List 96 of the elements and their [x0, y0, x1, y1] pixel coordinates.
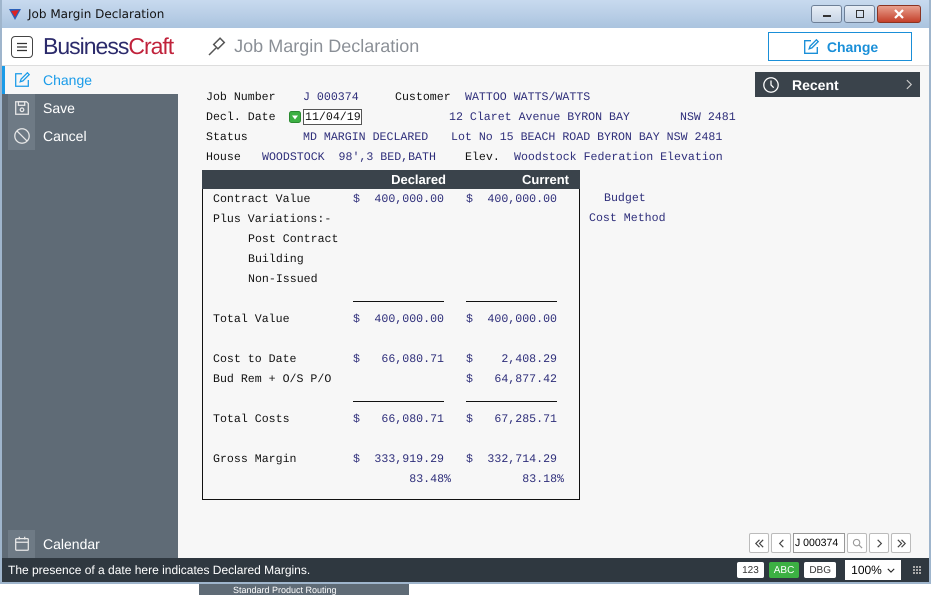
currency-sign: $ — [466, 312, 473, 326]
double-chevron-left-icon — [754, 538, 764, 548]
currency-sign: $ — [353, 352, 360, 366]
sidebar-item[interactable]: Change — [2, 66, 178, 94]
background-window-tab[interactable]: Standard Product Routing — [199, 584, 409, 595]
field-label: Decl. Date — [206, 110, 277, 124]
field-label: Job Number — [206, 90, 277, 104]
currency-sign: $ — [466, 352, 473, 366]
brand-logo: BusinessCraft — [43, 33, 174, 60]
menu-button[interactable] — [11, 36, 33, 58]
row-label: Non-Issued — [247, 272, 319, 286]
recent-panel-header[interactable]: Recent — [755, 72, 920, 97]
row-label: Total Costs — [213, 412, 291, 426]
window-title: Job Margin Declaration — [28, 7, 164, 21]
row-label: Plus Variations:- — [213, 212, 332, 226]
field-label: Customer — [395, 90, 452, 104]
mode-toggle[interactable]: 123 — [737, 562, 764, 578]
house-value: WOODSTOCK 98',3 BED,BATH — [262, 150, 437, 164]
job-number-value: J 000374 — [303, 90, 360, 104]
amount-value: 333,919.29 — [374, 452, 444, 466]
last-record-button[interactable] — [891, 533, 911, 553]
side-label: Cost Method — [589, 211, 666, 227]
amount-value: 66,080.71 — [381, 352, 444, 366]
pencil-icon — [802, 38, 820, 56]
row-label: Total Value — [213, 312, 291, 326]
address-line: 12 Claret Avenue BYRON BAY — [449, 110, 631, 124]
calendar-icon — [12, 535, 30, 553]
record-field[interactable]: J 000374 — [793, 533, 845, 553]
column-header: Current — [521, 172, 569, 187]
search-icon — [852, 538, 862, 548]
maximize-button[interactable] — [844, 5, 875, 23]
row-label: Building — [247, 252, 305, 266]
customer-value: WATTOO WATTS/WATTS — [465, 90, 590, 104]
amount-value: 66,080.71 — [381, 412, 444, 426]
app-logo-icon — [8, 7, 22, 21]
amount-value: 400,000.00 — [374, 192, 444, 206]
percent-value: 83.48% — [408, 472, 451, 486]
dropdown-icon[interactable] — [289, 111, 301, 123]
close-icon — [893, 9, 905, 19]
currency-sign: $ — [353, 192, 360, 206]
double-chevron-right-icon — [896, 538, 906, 548]
status-value: MD MARGIN DECLARED — [303, 130, 430, 144]
search-button[interactable] — [847, 533, 867, 553]
field-label: House — [206, 150, 242, 164]
sidebar-item[interactable]: Save — [2, 94, 178, 122]
minimize-button[interactable] — [811, 5, 842, 23]
previous-record-button[interactable] — [771, 533, 791, 553]
gavel-icon — [207, 36, 228, 56]
row-label: Contract Value — [213, 192, 312, 206]
currency-sign: $ — [353, 312, 360, 326]
page-title: Job Margin Declaration — [234, 36, 420, 57]
date-field[interactable]: 11/04/19 — [303, 109, 362, 125]
chevron-right-icon — [906, 79, 913, 90]
recent-label: Recent — [792, 76, 839, 92]
change-button[interactable]: Change — [768, 32, 912, 61]
side-label: Budget — [603, 191, 647, 207]
row-label: Bud Rem + O/S P/O — [213, 372, 332, 386]
clock-icon — [762, 76, 780, 94]
currency-sign: $ — [466, 372, 473, 386]
first-record-button[interactable] — [749, 533, 769, 553]
pencil-icon — [12, 71, 30, 89]
amount-value: 2,408.29 — [501, 352, 557, 366]
resize-grip-icon — [913, 566, 921, 574]
maximize-icon — [854, 9, 866, 19]
mode-toggle[interactable]: DBG — [804, 562, 836, 578]
field-label: Status — [206, 130, 249, 144]
currency-sign: $ — [466, 412, 473, 426]
currency-sign: $ — [466, 192, 473, 206]
amount-value: 400,000.00 — [487, 192, 557, 206]
row-label: Post Contract — [247, 232, 340, 246]
currency-sign: $ — [466, 452, 473, 466]
menu-icon — [16, 42, 28, 52]
field-label: Elev. — [465, 150, 501, 164]
column-header: Declared — [390, 172, 446, 187]
amount-value: 67,285.71 — [494, 412, 557, 426]
row-label: Gross Margin — [213, 452, 298, 466]
caret-icon — [886, 568, 895, 572]
sidebar-item[interactable]: Calendar — [2, 530, 178, 558]
mode-toggle[interactable]: ABC — [768, 562, 800, 578]
postcode-value: NSW 2481 — [680, 110, 736, 124]
row-label: Cost to Date — [213, 352, 298, 366]
currency-sign: $ — [353, 412, 360, 426]
cancel-icon — [12, 127, 30, 145]
amount-value: 64,877.42 — [494, 372, 557, 386]
status-message: The presence of a date here indicates Declared Margins. — [8, 563, 310, 577]
elevation-value: Woodstock Federation Elevation — [514, 150, 723, 164]
sidebar-item[interactable]: Cancel — [2, 122, 178, 150]
percent-value: 83.18% — [521, 472, 564, 486]
address-line: Lot No 15 BEACH ROAD BYRON BAY NSW 2481 — [451, 130, 722, 144]
next-record-button[interactable] — [869, 533, 889, 553]
currency-sign: $ — [353, 452, 360, 466]
close-button[interactable] — [877, 5, 921, 23]
amount-value: 400,000.00 — [487, 312, 557, 326]
zoom-dropdown[interactable]: 100% — [845, 560, 901, 580]
amount-value: 332,714.29 — [487, 452, 557, 466]
amount-value: 400,000.00 — [374, 312, 444, 326]
